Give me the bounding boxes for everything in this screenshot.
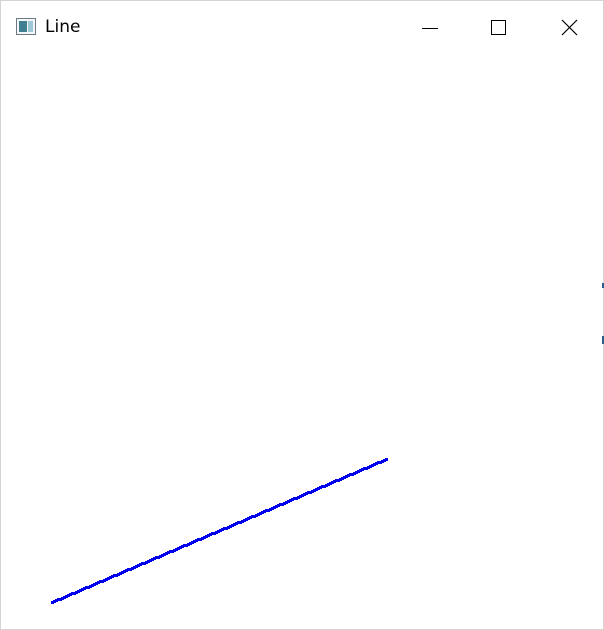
drawn-line (51, 458, 388, 604)
app-icon-left-pane (19, 21, 27, 32)
title-bar[interactable]: Line (1, 1, 603, 53)
maximize-button[interactable] (465, 1, 533, 53)
window-title: Line (45, 17, 81, 37)
close-icon (561, 19, 578, 36)
maximize-icon (491, 20, 506, 35)
app-window: Line (0, 0, 604, 630)
drawing-canvas[interactable] (1, 53, 603, 629)
app-icon-right-pane (28, 21, 33, 32)
canvas-surface (51, 458, 388, 604)
close-button[interactable] (535, 1, 603, 53)
minimize-icon (422, 28, 438, 29)
minimize-button[interactable] (397, 1, 465, 53)
line-pixel (385, 458, 388, 461)
app-window-icon (16, 18, 36, 35)
